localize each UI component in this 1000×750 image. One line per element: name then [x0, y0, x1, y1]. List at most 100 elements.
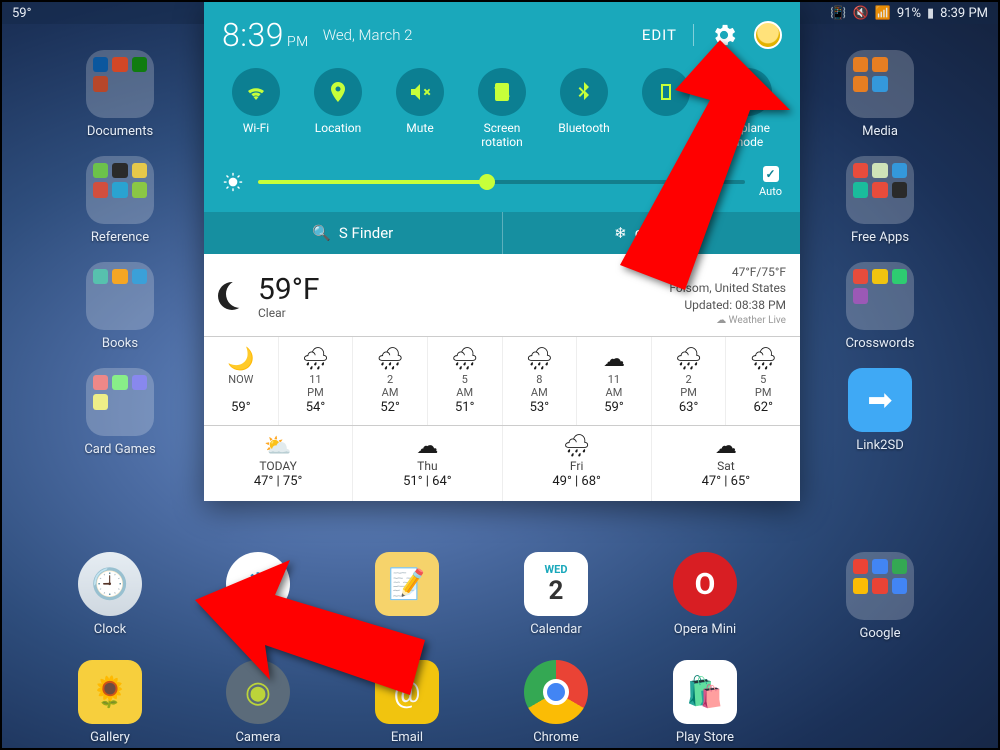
folder-crosswords[interactable]: Crosswords — [830, 262, 930, 351]
status-right: 📳 🔇 📶 91% ▮ 8:39 PM — [830, 6, 988, 21]
weather-updated: Updated: 08:38 PM — [669, 297, 786, 314]
weather-daily: ⛅TODAY47° | 75°☁Thu51° | 64°🌧Fri49° | 68… — [204, 426, 800, 501]
daily-hilo: 47° | 75° — [204, 474, 352, 489]
app-label: Gallery — [60, 730, 160, 745]
hourly-temp: 51° — [455, 400, 474, 415]
hourly-temp: 63° — [679, 400, 698, 415]
qs-rotation[interactable]: Screen rotation — [466, 68, 538, 150]
weather-icon: 🌧 — [726, 347, 800, 372]
folder-documents[interactable]: Documents — [70, 50, 170, 139]
calendar-day-label: WED — [545, 563, 568, 576]
weather-icon: ⛅ — [204, 434, 352, 459]
hourly-temp: 59° — [604, 400, 623, 415]
status-temp: 59° — [12, 6, 31, 21]
sfinder-button[interactable]: 🔍 S Finder — [204, 212, 502, 254]
qs-label: Mute — [384, 122, 456, 136]
app-playstore[interactable]: 🛍️ Play Store — [655, 660, 755, 745]
app-link2sd[interactable]: ➡ Link2SD — [830, 368, 930, 453]
app-label: Google — [830, 626, 930, 641]
app-label: Books — [70, 336, 170, 351]
hourly-cell: 🌧5 PM62° — [725, 337, 800, 425]
daily-name: TODAY — [259, 459, 297, 473]
daily-name: Sat — [717, 459, 735, 473]
mute-icon: 🔇 — [852, 6, 868, 21]
hourly-temp: 59° — [231, 400, 250, 415]
hourly-cell: 🌧11 PM54° — [278, 337, 353, 425]
qs-mute[interactable]: Mute — [384, 68, 456, 150]
weather-now-cond: Clear — [258, 307, 320, 320]
folder-media[interactable]: Media — [830, 50, 930, 139]
qs-location[interactable]: Location — [302, 68, 374, 150]
hourly-label: 5 AM — [428, 374, 502, 400]
hourly-label: 11 AM — [577, 374, 651, 400]
hourly-cell: 🌧2 AM52° — [352, 337, 427, 425]
hourly-label: 11 PM — [279, 374, 353, 400]
app-label: Calendar — [506, 622, 606, 637]
daily-name: Thu — [417, 459, 437, 473]
annotation-arrow-bottom — [195, 560, 425, 714]
app-chrome[interactable]: Chrome — [506, 660, 606, 745]
weather-icon: 🌧 — [428, 347, 502, 372]
folder-reference[interactable]: Reference — [70, 156, 170, 245]
app-drawer[interactable] — [830, 660, 930, 730]
app-label: Media — [830, 124, 930, 139]
qs-label: Screen rotation — [466, 122, 538, 150]
status-clock: 8:39 PM — [940, 6, 988, 21]
wifi-icon: 📶 — [875, 6, 891, 21]
folder-google[interactable]: Google — [830, 552, 930, 641]
daily-hilo: 51° | 64° — [353, 474, 501, 489]
app-clock[interactable]: 🕘 Clock — [60, 552, 160, 637]
app-gallery[interactable]: 🌻 Gallery — [60, 660, 160, 745]
folder-freeapps[interactable]: Free Apps — [830, 156, 930, 245]
hourly-temp: 62° — [753, 400, 772, 415]
app-label: Email — [357, 730, 457, 745]
weather-icon: ☁ — [577, 347, 651, 372]
weather-hourly: 🌙NOW59°🌧11 PM54°🌧2 AM52°🌧5 AM51°🌧8 AM53°… — [204, 337, 800, 426]
hourly-label: 2 AM — [353, 374, 427, 400]
app-label: Chrome — [506, 730, 606, 745]
daily-cell: 🌧Fri49° | 68° — [502, 426, 651, 501]
daily-cell: ☁Sat47° | 65° — [651, 426, 800, 501]
qs-label: Location — [302, 122, 374, 136]
folder-books[interactable]: Books — [70, 262, 170, 351]
app-label: Documents — [70, 124, 170, 139]
daily-cell: ☁Thu51° | 64° — [352, 426, 501, 501]
battery-icon: ▮ — [927, 6, 934, 21]
moon-icon — [218, 282, 246, 310]
weather-icon: 🌙 — [204, 347, 278, 372]
hourly-temp: 53° — [530, 400, 549, 415]
weather-icon: 🌧 — [503, 434, 651, 459]
daily-name: Fri — [570, 459, 583, 473]
app-calendar[interactable]: WED2 Calendar — [506, 552, 606, 637]
app-label: Clock — [60, 622, 160, 637]
panel-date[interactable]: Wed, March 2 — [323, 26, 413, 44]
app-label: Free Apps — [830, 230, 930, 245]
app-label: Opera Mini — [655, 622, 755, 637]
hourly-cell: 🌧5 AM51° — [427, 337, 502, 425]
panel-ampm: PM — [287, 34, 309, 50]
daily-hilo: 49° | 68° — [503, 474, 651, 489]
panel-time: 8:39 — [222, 16, 284, 54]
calendar-day-num: 2 — [549, 576, 564, 606]
sfinder-label: S Finder — [339, 224, 393, 242]
folder-cardgames[interactable]: Card Games — [70, 368, 170, 457]
vibrate-icon: 📳 — [830, 6, 846, 21]
hourly-label: 2 PM — [652, 374, 726, 400]
weather-provider: Weather Live — [729, 315, 786, 326]
brightness-icon — [222, 171, 244, 193]
daily-hilo: 47° | 65° — [652, 474, 800, 489]
hourly-temp: 54° — [306, 400, 325, 415]
panel-clock[interactable]: 8:39PM — [222, 16, 309, 54]
app-label: Reference — [70, 230, 170, 245]
hourly-label: 8 AM — [503, 374, 577, 400]
battery-pct: 91% — [897, 6, 921, 21]
app-opera[interactable]: O Opera Mini — [655, 552, 755, 637]
hourly-cell: 🌙NOW59° — [204, 337, 278, 425]
qs-wifi[interactable]: Wi-Fi — [220, 68, 292, 150]
search-icon: 🔍 — [312, 224, 331, 242]
qs-label: Wi-Fi — [220, 122, 292, 136]
hourly-cell: 🌧8 AM53° — [502, 337, 577, 425]
daily-cell: ⛅TODAY47° | 75° — [204, 426, 352, 501]
weather-icon: ☁ — [353, 434, 501, 459]
hourly-label: NOW — [204, 374, 278, 400]
